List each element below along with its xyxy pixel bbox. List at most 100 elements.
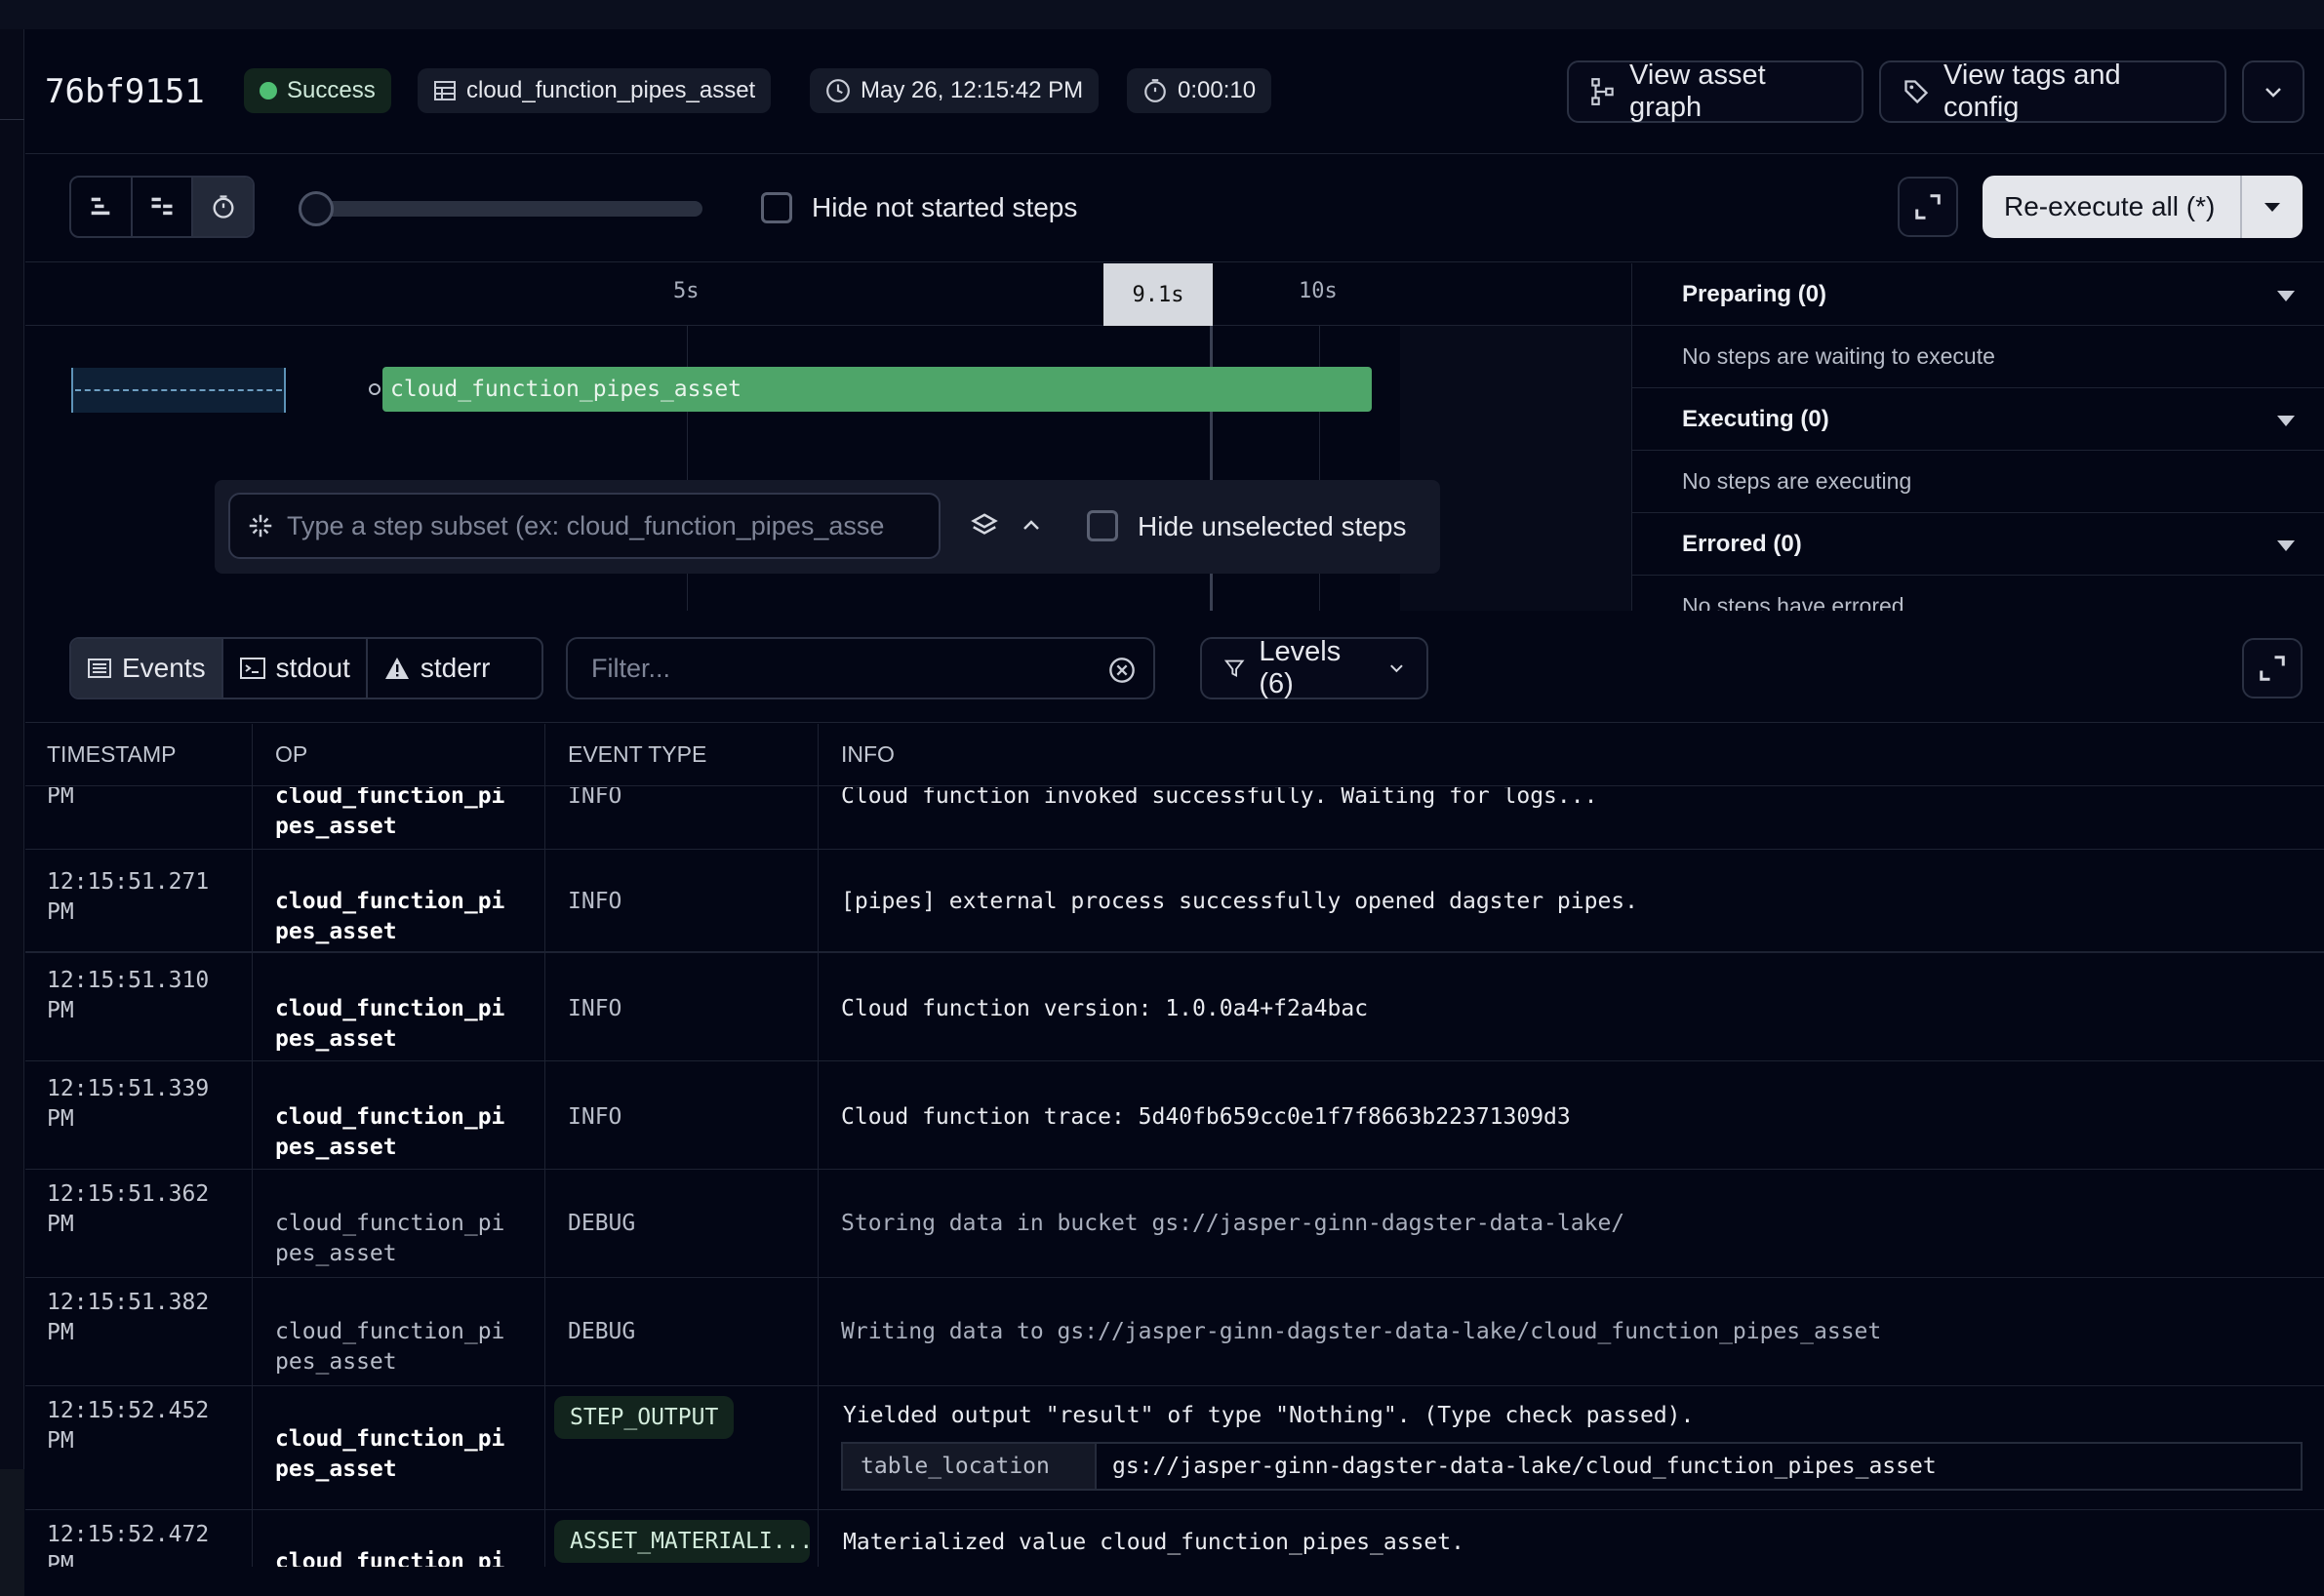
clear-circle-icon[interactable] — [1108, 657, 1136, 691]
tab-stdout[interactable]: stdout — [223, 639, 368, 698]
row-event-type: DEBUG — [568, 1211, 636, 1236]
success-dot-icon — [260, 82, 277, 100]
stopwatch-icon — [1142, 78, 1168, 103]
row-timestamp: 12:15:52.472 — [47, 1522, 210, 1547]
preparing-empty-text: No steps are waiting to execute — [1631, 326, 2324, 388]
tab-stderr-label: stderr — [420, 653, 491, 683]
table-row: 12:15:51.310 PM cloud_function_pi pes_as… — [25, 953, 2324, 1061]
row-timestamp: PM — [47, 787, 74, 809]
zoom-slider-track[interactable] — [314, 201, 702, 217]
event-type-badge: STEP_OUTPUT — [554, 1396, 735, 1439]
executing-title: Executing (0) — [1682, 405, 1829, 432]
tab-events-label: Events — [122, 653, 206, 683]
reexecute-label: Re-execute all (*) — [2004, 191, 2216, 221]
errored-title: Errored (0) — [1682, 530, 1802, 557]
layers-icon[interactable] — [970, 511, 999, 545]
current-time-marker[interactable]: 9.1s — [1103, 263, 1213, 326]
asset-name: cloud_function_pipes_asset — [466, 77, 756, 103]
sparkle-selection-icon — [249, 514, 272, 538]
log-filter-input[interactable]: Filter... — [566, 637, 1155, 699]
step-bar-cloud-function-pipes-asset[interactable]: cloud_function_pipes_asset — [382, 367, 1372, 412]
expand-logs-button[interactable] — [2242, 638, 2303, 698]
table-icon — [433, 79, 457, 102]
tick-5s: 5s — [673, 279, 700, 303]
run-datetime: May 26, 12:15:42 PM — [861, 77, 1084, 103]
step-start-dot — [369, 383, 381, 395]
hide-unselected-checkbox[interactable] — [1087, 510, 1118, 541]
row-op: pes_asset — [275, 814, 397, 839]
expand-timeline-button[interactable] — [1898, 177, 1958, 237]
row-info: [pipes] external process successfully op… — [841, 889, 1638, 914]
run-duration: 0:00:10 — [1178, 77, 1257, 103]
expand-icon — [1915, 194, 1941, 219]
table-row: 12:15:51.382 PM cloud_function_pi pes_as… — [25, 1278, 2324, 1386]
zoom-slider-handle[interactable] — [299, 191, 334, 226]
expand-icon — [2260, 656, 2285, 681]
chevron-down-icon — [1390, 664, 1403, 673]
row-timestamp-suffix: PM — [47, 1212, 74, 1237]
event-type-text: STEP_OUTPUT — [570, 1405, 719, 1430]
row-op: cloud_function_pi — [275, 1426, 505, 1452]
top-bar — [0, 0, 2324, 29]
errored-empty-text: No steps have errored — [1682, 593, 1904, 611]
asset-pill[interactable]: cloud_function_pipes_asset — [418, 68, 772, 113]
row-timestamp-suffix: PM — [47, 899, 74, 925]
view-mode-segmented-control — [69, 176, 255, 238]
duration-pill: 0:00:10 — [1127, 68, 1272, 113]
header-event-type: EVENT TYPE — [568, 741, 707, 767]
run-id: 76bf9151 — [45, 72, 205, 111]
terminal-icon — [239, 658, 265, 679]
row-timestamp: 12:15:51.271 — [47, 869, 210, 895]
hide-not-started-checkbox[interactable] — [761, 192, 792, 223]
row-info: Materialized value cloud_function_pipes_… — [843, 1530, 1464, 1555]
header-op: OP — [275, 741, 308, 767]
step-subset-input[interactable]: Type a step subset (ex: cloud_function_p… — [228, 493, 941, 559]
levels-dropdown[interactable]: Levels (6) — [1200, 636, 1428, 699]
row-op: cloud_function_pi — [275, 1211, 505, 1236]
tick-10s: 10s — [1299, 279, 1338, 303]
row-timestamp-suffix: PM — [47, 1428, 74, 1454]
row-op: cloud_function_pi — [275, 996, 505, 1021]
reexecute-all-button[interactable]: Re-execute all (*) — [1983, 176, 2303, 238]
current-time-label: 9.1s — [1132, 282, 1184, 307]
row-timestamp: 12:15:52.452 — [47, 1398, 210, 1423]
asset-graph-icon — [1590, 77, 1616, 106]
more-actions-button[interactable] — [2242, 60, 2304, 123]
preparing-section-header[interactable]: Preparing (0) — [1631, 263, 2324, 326]
row-op: pes_asset — [275, 1026, 397, 1052]
waterfall-view-button[interactable] — [133, 178, 194, 236]
reexecute-dropdown-toggle[interactable] — [2240, 176, 2303, 238]
row-event-type: DEBUG — [568, 1319, 636, 1344]
row-op: cloud_function_pi — [275, 889, 505, 914]
header-info: INFO — [841, 741, 895, 767]
left-rail — [0, 29, 24, 1596]
errored-section-header[interactable]: Errored (0) — [1631, 513, 2324, 576]
view-tags-config-button[interactable]: View tags and config — [1879, 60, 2226, 123]
view-asset-graph-button[interactable]: View asset graph — [1567, 60, 1863, 123]
row-op: cloud_function_pi — [275, 1319, 505, 1344]
flat-view-icon — [91, 197, 110, 216]
timer-view-button[interactable] — [193, 178, 253, 236]
datetime-pill: May 26, 12:15:42 PM — [810, 68, 1100, 113]
view-tags-config-label: View tags and config — [1943, 60, 2121, 123]
metadata-value: gs://jasper-ginn-dagster-data-lake/cloud… — [1112, 1454, 1937, 1479]
row-op: cloud_function_pi — [275, 1104, 505, 1130]
flat-view-button[interactable] — [71, 178, 133, 236]
tab-events[interactable]: Events — [71, 639, 223, 698]
row-timestamp: 12:15:51.362 — [47, 1181, 210, 1207]
row-timestamp-suffix: PM — [47, 1552, 74, 1567]
row-op: cloud_function_pi — [275, 787, 505, 809]
executing-section-header[interactable]: Executing (0) — [1631, 388, 2324, 451]
row-timestamp: 12:15:51.339 — [47, 1076, 210, 1101]
row-op: pes_asset — [275, 1456, 397, 1482]
row-timestamp-suffix: PM — [47, 1320, 74, 1345]
table-row: 12:15:51.362 PM cloud_function_pi pes_as… — [25, 1170, 2324, 1278]
levels-label: Levels (6) — [1259, 636, 1342, 699]
row-info: Cloud function trace: 5d40fb659cc0e1f7f8… — [841, 1104, 1571, 1130]
tab-stderr[interactable]: stderr — [368, 639, 506, 698]
row-timestamp: 12:15:51.382 — [47, 1290, 210, 1315]
chevron-up-icon[interactable] — [1021, 515, 1042, 539]
preparing-title: Preparing (0) — [1682, 280, 1827, 307]
metadata-key: table_location — [843, 1444, 1097, 1489]
row-op: pes_asset — [275, 1349, 397, 1375]
